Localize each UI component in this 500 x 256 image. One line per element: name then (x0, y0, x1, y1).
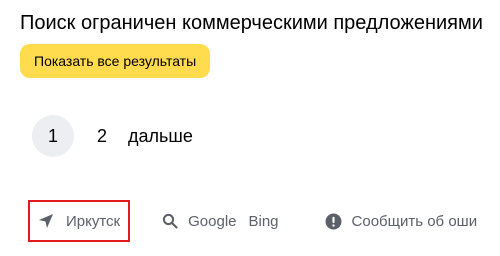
region-selector[interactable]: Иркутск (28, 200, 131, 242)
location-arrow-icon (38, 213, 54, 229)
page-1-current: 1 (32, 115, 74, 157)
next-page-link[interactable]: дальше (128, 115, 193, 157)
pagination: 1 2 дальше (32, 115, 193, 157)
show-all-results-button[interactable]: Показать все результаты (20, 44, 211, 78)
page-2-link[interactable]: 2 (88, 115, 116, 157)
search-icon (162, 213, 178, 229)
search-page: Поиск ограничен коммерческими предложени… (0, 0, 500, 256)
report-error-label: Сообщить об оши (351, 212, 478, 230)
restricted-search-notice-title: Поиск ограничен коммерческими предложени… (20, 12, 483, 34)
serp-footer: Иркутск Google Bing Сообщить об оши (28, 199, 477, 243)
google-search-link[interactable]: Google (188, 213, 236, 230)
report-error-link[interactable]: Сообщить об оши (325, 212, 478, 230)
region-label: Иркутск (66, 212, 121, 230)
bing-search-link[interactable]: Bing (249, 213, 279, 230)
exclamation-circle-icon (325, 213, 342, 230)
other-search-engines: Google Bing (162, 213, 279, 230)
